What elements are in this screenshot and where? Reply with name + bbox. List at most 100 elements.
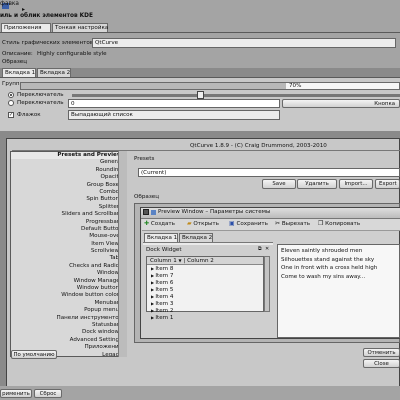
preview-window-title: Preview Window – Параметры системы (158, 209, 271, 215)
sidebar-item[interactable]: General (11, 159, 125, 166)
sidebar-item[interactable]: Spin Buttons (11, 196, 125, 203)
sidebar-item[interactable]: Advanced Settings (11, 337, 125, 344)
sidebar-item[interactable]: Sliders and Scrollbars (11, 211, 125, 218)
sidebar-item[interactable]: Windows (11, 270, 125, 277)
sidebar-items: Presets and Preview General Rounding Opacit… (11, 152, 125, 356)
toolbar-save[interactable]: ▣ Сохранить (229, 220, 268, 227)
cancel-button[interactable]: Отменить (363, 348, 400, 357)
radio-2-label: Переключатель (17, 100, 64, 106)
radio-1[interactable] (8, 92, 14, 98)
tree-row[interactable]: ▶ Item 7 (147, 272, 263, 279)
spin-box[interactable]: 0 (68, 99, 280, 108)
tab-label: Вкладка 2 (182, 235, 213, 241)
preset-delete-button[interactable]: Удалить (297, 179, 337, 189)
dropdown[interactable]: Выпадающий список (68, 110, 280, 120)
style-value: QtCurve (95, 40, 119, 46)
tree-items: ▶ Item 8 ▶ Item 7 ▶ Item 6 ▶ Item 5 ▶ Item 4… (147, 265, 263, 321)
preset-export-button[interactable]: Export (375, 179, 400, 189)
sidebar-item[interactable]: Popup menus (11, 307, 125, 314)
sidebar-item[interactable]: Opacity (11, 174, 125, 181)
preset-save-button[interactable]: Save (262, 179, 296, 189)
preview-tab-2[interactable]: Вкладка 2 (37, 68, 71, 77)
preset-value: (Current) (141, 170, 167, 176)
sort-icon: ▼ (178, 258, 182, 263)
tree-col-1[interactable]: Column 1 (150, 258, 177, 264)
reset-button[interactable]: Сброс (34, 389, 62, 398)
sidebar-item[interactable]: Панели инструментов (11, 315, 125, 322)
right-button-label: Кнопка (374, 101, 395, 107)
description-value: Highly configurable style (37, 51, 107, 57)
window-title: фавка (0, 1, 19, 7)
slider-track[interactable] (72, 94, 400, 97)
right-button[interactable]: Кнопка (282, 99, 400, 108)
sidebar-item[interactable]: Window Manager (11, 278, 125, 285)
tab-label: Приложения (4, 25, 42, 31)
preview-tab-1[interactable]: Вкладка 1 (2, 68, 36, 77)
tree-col-2[interactable]: Column 2 (187, 258, 214, 264)
text-line: Silhouettes stand against the sky (281, 256, 375, 263)
sidebar-item[interactable]: Window buttons (11, 285, 125, 292)
close-button[interactable]: Close (363, 359, 400, 368)
sidebar-item[interactable]: Checks and Radios (11, 263, 125, 270)
inner-tab-1[interactable]: Вкладка 1 (144, 233, 178, 242)
button-label: Export (379, 181, 397, 187)
sidebar-item[interactable]: Combos (11, 189, 125, 196)
text-line: One in front with a cross held high (281, 265, 378, 271)
sidebar-list[interactable]: Presets and Preview General Rounding Opacit… (10, 151, 126, 357)
sidebar-item[interactable]: Group Boxes (11, 182, 125, 189)
tree-row[interactable]: ▶ Item 4 (147, 293, 263, 300)
window-menu-icon[interactable] (143, 209, 149, 215)
tree-scrollbar[interactable] (264, 256, 270, 312)
apply-button[interactable]: рименить (0, 389, 32, 398)
window-app-icon (151, 210, 156, 215)
tab-applications[interactable]: Приложения (1, 23, 51, 32)
new-icon: ✚ (144, 220, 150, 227)
sidebar-scrollbar[interactable] (118, 151, 127, 357)
text-edit[interactable]: Eleven saintly shrouded men Silhouettes s… (277, 244, 400, 338)
sidebar-item[interactable]: Mouse-over (11, 233, 125, 240)
inner-tab-2[interactable]: Вкладка 2 (179, 233, 213, 242)
sidebar-item[interactable]: Window button colors (11, 292, 125, 299)
tree-header: Column 1 ▼ | Column 2 (147, 257, 263, 265)
toolbar-open[interactable]: ▰ Открыть (187, 220, 219, 227)
sidebar-item[interactable]: Menubars (11, 300, 125, 307)
preset-combo[interactable]: (Current) (138, 168, 400, 177)
button-label: Import... (344, 181, 368, 187)
dock-float-icon[interactable]: ⧉ (258, 246, 262, 252)
button-label: Сброс (39, 391, 57, 397)
sidebar-item[interactable]: Progressbars (11, 219, 125, 226)
preset-import-button[interactable]: Import... (339, 179, 373, 189)
sidebar-item[interactable]: Rounding (11, 167, 125, 174)
tree-row[interactable]: ▶ Item 3 (147, 300, 263, 307)
sidebar-item[interactable]: Default Button (11, 226, 125, 233)
sidebar-item[interactable]: Statusbars (11, 322, 125, 329)
toolbar-label: Вырезать (281, 221, 311, 227)
tree-row[interactable]: ▶ Item 1 (147, 314, 263, 321)
checkbox[interactable]: ✓ (8, 112, 14, 118)
tree-row[interactable]: ▶ Item 5 (147, 286, 263, 293)
toolbar-label: Копировать (325, 221, 361, 227)
tab-fine-tuning[interactable]: Тонкая настройка (52, 23, 108, 32)
sidebar-item[interactable]: Presets and Preview (11, 152, 125, 160)
style-combo[interactable]: QtCurve (92, 38, 396, 48)
sidebar-item[interactable]: Item Views (11, 241, 125, 248)
toolbar-new[interactable]: ✚ Создать (144, 220, 175, 227)
defaults-button[interactable]: По умолчанию (11, 350, 57, 359)
slider-handle[interactable] (197, 91, 204, 99)
toolbar-cut[interactable]: ✂ Вырезать (275, 220, 310, 227)
dock-close-icon[interactable]: ✕ (265, 246, 269, 252)
progress-text: 70% (289, 83, 302, 89)
tree-row[interactable]: ▶ Item 8 (147, 265, 263, 272)
toolbar-label: Открыть (193, 221, 219, 227)
tree-row[interactable]: ▶ Item 2 (147, 307, 263, 314)
tree-view[interactable]: Column 1 ▼ | Column 2 ▶ Item 8 ▶ Item 7 ▶ … (146, 256, 264, 321)
sidebar-item[interactable]: Tabs (11, 255, 125, 262)
toolbar-copy[interactable]: ❐ Копировать (318, 220, 360, 227)
cut-icon: ✂ (275, 220, 281, 227)
radio-2[interactable] (8, 100, 14, 106)
sidebar-item[interactable]: Scrollviews (11, 248, 125, 255)
sidebar-item[interactable]: Splitters (11, 204, 125, 211)
tree-row[interactable]: ▶ Item 6 (147, 279, 263, 286)
sidebar-item[interactable]: Dock windows (11, 329, 125, 336)
preview-toolbar (142, 219, 400, 231)
